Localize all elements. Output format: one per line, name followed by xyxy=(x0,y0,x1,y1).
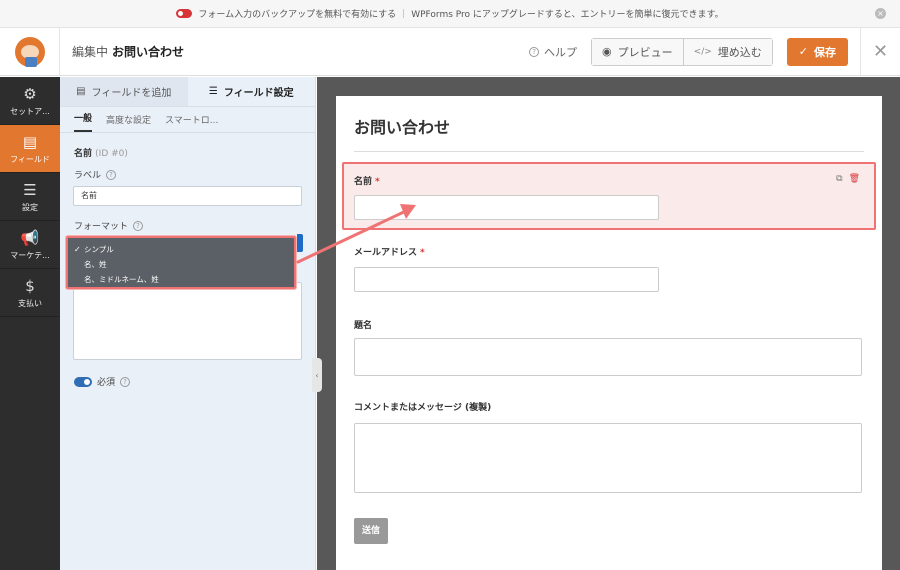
form-title-divider xyxy=(354,151,864,152)
dollar-icon: $ xyxy=(25,276,35,295)
subtab-smart-logic[interactable]: スマートロ... xyxy=(165,113,218,132)
field-label-text: 題名 xyxy=(354,321,373,331)
required-asterisk: * xyxy=(375,177,380,187)
builder-header: 編集中 お問い合わせ ? ヘルプ ◉ プレビュー </> 埋め込む ✓ 保存 ✕ xyxy=(0,27,900,76)
field-label-email: メールアドレス * xyxy=(354,245,425,258)
preview-label: プレビュー xyxy=(617,45,673,59)
sidebar-item-label: 支払い xyxy=(18,298,42,308)
list-icon: ▤ xyxy=(76,86,86,97)
embed-button[interactable]: </> 埋め込む xyxy=(682,38,772,65)
tab-field-options[interactable]: ☰ フィールド設定 xyxy=(187,77,315,106)
megaphone-icon: 📢 xyxy=(20,228,40,247)
help-label: ヘルプ xyxy=(544,45,578,59)
tab-label: フィールドを追加 xyxy=(91,88,172,99)
required-asterisk: * xyxy=(420,248,425,258)
editing-label: 編集中 xyxy=(72,45,109,59)
trash-icon[interactable]: 🗑 xyxy=(849,174,860,184)
checkmark-icon: ✓ xyxy=(798,45,808,58)
collapse-panel-handle[interactable]: ‹ xyxy=(312,358,322,392)
field-label-subject: 題名 xyxy=(354,318,372,331)
sidebar-item-setup[interactable]: ⚙ セットア... xyxy=(0,77,60,125)
tab-add-fields[interactable]: ▤ フィールドを追加 xyxy=(60,77,188,106)
message-textarea[interactable] xyxy=(354,423,862,493)
label-caption: ラベル ? xyxy=(74,168,117,181)
name-input[interactable] xyxy=(354,195,659,220)
help-icon: ? xyxy=(529,46,540,57)
field-options-panel: ▤ フィールドを追加 ☰ フィールド設定 一般 高度な設定 スマートロ... 名… xyxy=(60,77,316,570)
backup-toggle[interactable] xyxy=(176,9,193,18)
required-toggle[interactable] xyxy=(74,376,92,387)
description-textarea[interactable] xyxy=(73,282,302,360)
exit-builder-icon[interactable]: ✕ xyxy=(860,27,900,76)
field-type-name: 名前 xyxy=(74,149,93,159)
preview-button[interactable]: ◉ プレビュー xyxy=(592,38,683,65)
upgrade-notice-bar: フォーム入力のバックアップを無料で有効にする | WPForms Pro にアッ… xyxy=(0,0,900,28)
help-icon[interactable]: ? xyxy=(120,376,131,387)
format-select[interactable] xyxy=(297,234,303,252)
format-option-first-middle-last[interactable]: 名、ミドルネーム、姓 xyxy=(68,272,294,287)
code-icon: </> xyxy=(693,46,712,57)
field-label-text: 名前 xyxy=(354,177,373,187)
help-icon[interactable]: ? xyxy=(133,220,144,231)
save-button[interactable]: ✓ 保存 xyxy=(786,37,848,66)
sidebar-item-label: 設定 xyxy=(22,202,38,212)
notice-text-upgrade: WPForms Pro にアップグレードすると、エントリーを簡単に復元できます。 xyxy=(411,10,724,20)
email-input[interactable] xyxy=(354,267,659,292)
required-label: 必須 xyxy=(97,378,116,388)
notice-text-enable[interactable]: フォーム入力のバックアップを無料で有効にする xyxy=(198,7,396,20)
tab-label: フィールド設定 xyxy=(223,88,294,99)
field-label-text: メールアドレス xyxy=(354,248,418,258)
wpforms-logo xyxy=(0,27,60,76)
duplicate-icon[interactable]: ⧉ xyxy=(836,174,842,184)
sliders-icon: ☰ xyxy=(208,86,218,97)
fields-icon: ▤ xyxy=(22,132,38,151)
field-options-subtabs: 一般 高度な設定 スマートロ... xyxy=(60,107,315,133)
subject-input[interactable] xyxy=(354,338,862,376)
field-actions: ⧉ 🗑 xyxy=(836,174,860,184)
form-name: お問い合わせ xyxy=(112,45,185,59)
format-caption: フォーマット ? xyxy=(74,219,144,232)
panel-tabs: ▤ フィールドを追加 ☰ フィールド設定 xyxy=(60,77,315,107)
format-dropdown-menu: シンプル 名、姓 名、ミドルネーム、姓 xyxy=(66,236,296,289)
format-caption-text: フォーマット xyxy=(74,222,129,232)
notice-close-icon[interactable]: × xyxy=(875,8,886,19)
help-icon[interactable]: ? xyxy=(106,169,117,180)
format-option-simple[interactable]: シンプル xyxy=(68,242,294,257)
field-label-name: 名前 * xyxy=(354,174,380,187)
save-label: 保存 xyxy=(814,45,836,59)
builder-sidebar: ⚙ セットア... ▤ フィールド ☰ 設定 📢 マーケテ... $ 支払い xyxy=(0,77,60,570)
sidebar-item-payments[interactable]: $ 支払い xyxy=(0,269,60,317)
field-id: (ID #0) xyxy=(95,149,128,159)
field-label-text: コメントまたはメッセージ (複製) xyxy=(354,403,492,413)
form-title: お問い合わせ xyxy=(354,118,451,137)
form-preview: お問い合わせ ⧉ 🗑 名前 * メールアドレス * 題名 コメントまたはメッセージ … xyxy=(336,96,882,570)
submit-button[interactable]: 送信 xyxy=(354,518,389,544)
sidebar-item-label: フィールド xyxy=(10,154,50,164)
notice-separator: | xyxy=(402,8,406,19)
sliders-icon: ☰ xyxy=(23,180,37,199)
eye-icon: ◉ xyxy=(602,45,612,58)
label-caption-text: ラベル xyxy=(74,171,102,181)
gear-icon: ⚙ xyxy=(23,84,37,103)
label-input[interactable]: 名前 xyxy=(73,186,302,206)
preview-embed-group: ◉ プレビュー </> 埋め込む xyxy=(591,37,773,66)
bear-mascot-icon xyxy=(14,36,45,67)
required-toggle-row: 必須 ? xyxy=(74,375,131,388)
sidebar-item-label: マーケテ... xyxy=(10,250,50,260)
help-button[interactable]: ? ヘルプ xyxy=(529,44,577,60)
field-label-message: コメントまたはメッセージ (複製) xyxy=(354,400,491,413)
sidebar-item-label: セットア... xyxy=(10,106,50,116)
field-title: 名前 (ID #0) xyxy=(74,146,128,159)
sidebar-item-fields[interactable]: ▤ フィールド xyxy=(0,125,60,173)
subtab-general[interactable]: 一般 xyxy=(74,111,93,132)
subtab-advanced[interactable]: 高度な設定 xyxy=(106,113,151,132)
sidebar-item-settings[interactable]: ☰ 設定 xyxy=(0,173,60,221)
editing-title: 編集中 お問い合わせ xyxy=(72,43,184,60)
sidebar-item-marketing[interactable]: 📢 マーケテ... xyxy=(0,221,60,269)
format-option-first-last[interactable]: 名、姓 xyxy=(68,257,294,272)
embed-label: 埋め込む xyxy=(717,45,762,59)
